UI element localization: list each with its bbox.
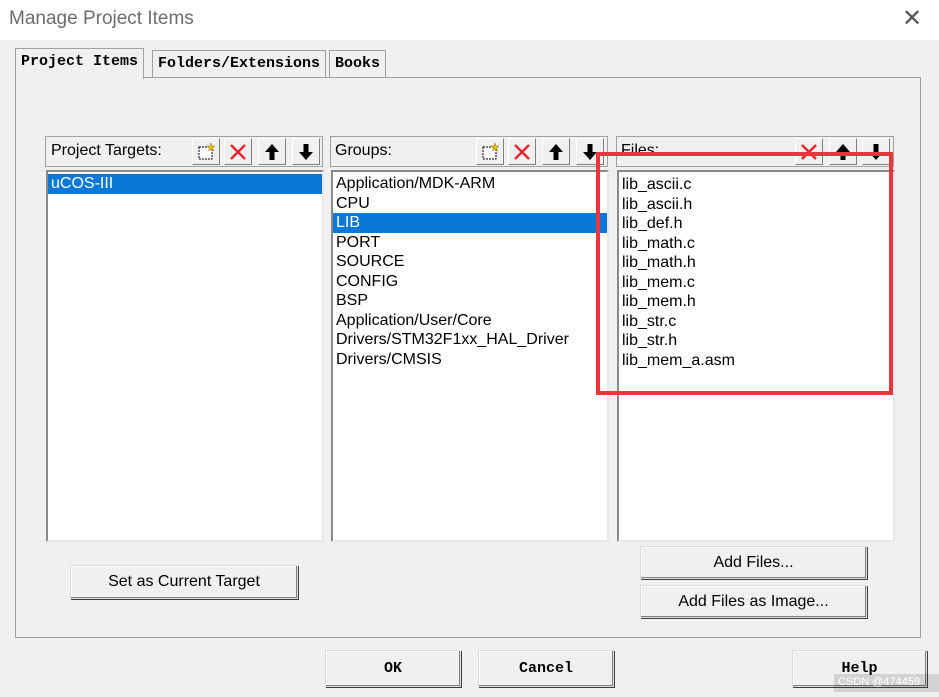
delete-group-button[interactable] xyxy=(508,138,536,165)
add-files-as-image-button[interactable]: Add Files as Image... xyxy=(640,585,867,618)
group-list-item[interactable]: LIB xyxy=(333,213,607,233)
add-files-button[interactable]: Add Files... xyxy=(640,546,867,579)
tab-label: Project Items xyxy=(21,53,139,70)
tab-label: Books xyxy=(335,55,381,72)
move-target-down-button[interactable] xyxy=(292,138,320,165)
arrow-up-icon xyxy=(265,143,279,160)
group-list-item[interactable]: CONFIG xyxy=(333,272,607,292)
group-list-item[interactable]: SOURCE xyxy=(333,252,607,272)
arrow-up-icon xyxy=(549,143,563,160)
group-list-item[interactable]: Application/MDK-ARM xyxy=(333,174,607,194)
window-title: Manage Project Items xyxy=(9,8,194,29)
arrow-down-icon xyxy=(299,143,313,160)
group-list-item[interactable]: Drivers/CMSIS xyxy=(333,350,607,370)
set-as-current-target-button[interactable]: Set as Current Target xyxy=(70,565,298,599)
move-target-up-button[interactable] xyxy=(258,138,286,165)
delete-icon xyxy=(230,143,246,160)
watermark: CSDN @474459 xyxy=(838,676,921,688)
targets-list[interactable]: uCOS-III xyxy=(46,170,324,542)
group-list-item[interactable]: Application/User/Core xyxy=(333,311,607,331)
delete-icon xyxy=(514,143,530,160)
tab-project-items[interactable]: Project Items xyxy=(15,48,145,79)
new-target-button[interactable] xyxy=(192,138,220,165)
move-group-up-button[interactable] xyxy=(542,138,570,165)
tab-folders-extensions[interactable]: Folders/Extensions xyxy=(152,50,327,78)
groups-header-label: Groups: xyxy=(335,142,392,159)
tab-label: Folders/Extensions xyxy=(158,55,321,72)
group-list-item[interactable]: CPU xyxy=(333,194,607,214)
new-item-icon xyxy=(198,141,216,159)
targets-header-label: Project Targets: xyxy=(51,142,162,159)
group-list-item[interactable]: Drivers/STM32F1xx_HAL_Driver xyxy=(333,330,607,350)
ok-button[interactable]: OK xyxy=(325,650,461,687)
group-list-item[interactable]: PORT xyxy=(333,233,607,253)
new-group-button[interactable] xyxy=(476,138,504,165)
delete-target-button[interactable] xyxy=(224,138,252,165)
tab-books[interactable]: Books xyxy=(329,50,387,78)
groups-list[interactable]: Application/MDK-ARM CPU LIB PORT SOURCE CONFI… xyxy=(331,170,609,542)
new-item-icon xyxy=(482,141,500,159)
cancel-button[interactable]: Cancel xyxy=(478,650,614,687)
highlight-box xyxy=(596,152,893,395)
target-list-item[interactable]: uCOS-III xyxy=(48,174,322,194)
group-list-item[interactable]: BSP xyxy=(333,291,607,311)
close-icon[interactable]: ✕ xyxy=(896,4,928,36)
